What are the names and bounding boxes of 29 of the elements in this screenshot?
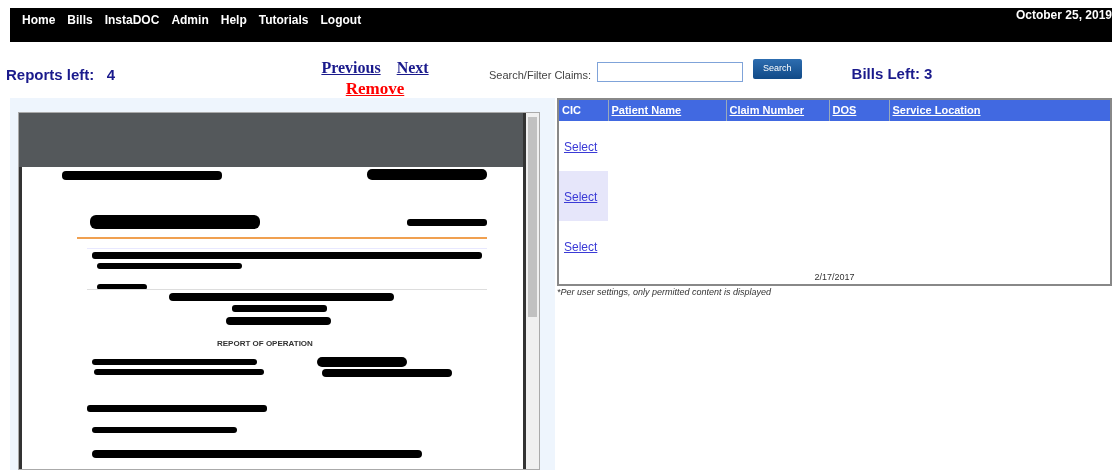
date-text: October 25, 2019 <box>1015 7 1112 24</box>
column-header[interactable]: DOS <box>829 99 889 121</box>
select-link[interactable]: Select <box>564 189 598 204</box>
nav-link[interactable]: Home <box>22 8 56 42</box>
nav-link[interactable]: Tutorials <box>258 8 309 42</box>
column-header[interactable]: Claim Number <box>726 99 829 121</box>
column-header[interactable]: Service Location <box>889 99 1111 121</box>
document-heading: REPORT OF OPERATION <box>217 338 313 350</box>
nav-link[interactable]: InstaDOC <box>104 8 160 42</box>
scrollbar-thumb[interactable] <box>528 117 537 317</box>
scrollbar[interactable] <box>526 113 539 469</box>
bills-left-count: Bills Left: 3 <box>851 64 933 84</box>
permission-note: *Per user settings, only permitted content is displayed <box>557 286 773 299</box>
previous-link[interactable]: Previous <box>321 56 381 80</box>
search-button[interactable]: Search <box>753 59 802 79</box>
nav-link[interactable]: Bills <box>67 8 93 42</box>
select-link[interactable]: Select <box>564 239 598 254</box>
date-text: 2/17/2017 <box>814 271 855 282</box>
column-header[interactable]: Patient Name <box>608 99 726 121</box>
remove-link[interactable]: Remove <box>345 80 405 97</box>
column-header[interactable]: CIC <box>558 99 608 121</box>
search-field[interactable] <box>597 62 744 82</box>
nav-link[interactable]: Help <box>220 8 247 42</box>
next-link[interactable]: Next <box>396 56 429 80</box>
nav-link[interactable]: Logout <box>320 8 362 42</box>
nav-link[interactable]: Admin <box>171 8 209 42</box>
search-label: Search/Filter Claims: <box>489 68 592 83</box>
reports-left-count: Reports left: 4 <box>6 65 117 85</box>
select-link[interactable]: Select <box>564 139 598 154</box>
